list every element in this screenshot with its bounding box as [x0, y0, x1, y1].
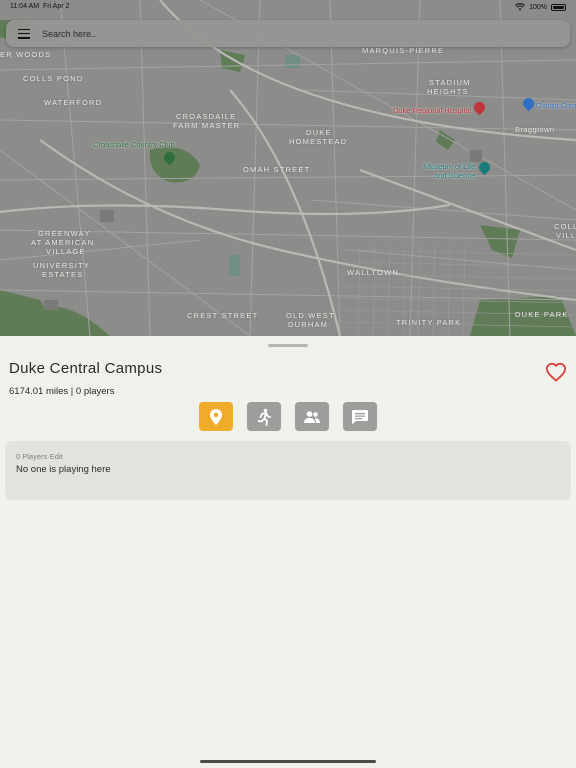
tab-people[interactable] — [295, 402, 329, 431]
map-label-durham: DURHAM — [288, 320, 329, 329]
tab-location[interactable] — [199, 402, 233, 431]
favorite-heart-icon[interactable] — [545, 362, 567, 382]
map-label-er-woods: ER WOODS — [0, 50, 52, 59]
map-label-village: VILLAGE — [46, 247, 86, 256]
map-label-at-american: AT AMERICAN — [31, 238, 95, 247]
map-label-coll: COLL — [554, 222, 576, 231]
map-label-crest-street: CREST STREET — [187, 311, 259, 320]
players-card: 0 Players·Edit No one is playing here — [5, 441, 571, 500]
map-label-trinity-park: TRINITY PARK — [396, 318, 462, 327]
sheet-tabs — [199, 402, 377, 431]
map-label-colls-pond: COLLS POND — [23, 74, 84, 83]
running-person-icon — [257, 408, 271, 426]
location-pin-icon — [210, 408, 222, 425]
map-label-waterford: WATERFORD — [44, 98, 103, 107]
map-label-braggtown: Braggtown — [515, 125, 555, 134]
hamburger-menu-icon[interactable] — [18, 28, 30, 39]
map-label-heights: HEIGHTS — [427, 87, 469, 96]
location-meta: 6174.01 miles | 0 players — [9, 386, 114, 397]
meta-separator: | — [70, 386, 74, 397]
search-input[interactable] — [42, 28, 522, 39]
map-label-omah-street: OMAH STREET — [243, 165, 311, 174]
map-label-stadium: STADIUM — [429, 78, 471, 87]
tab-activity[interactable] — [247, 402, 281, 431]
status-bar: 11:04 AM Fri Apr 2 100% — [0, 0, 576, 14]
map-label-croasdaile: CROASDAILE — [176, 112, 237, 121]
status-time: 11:04 AM Fri Apr 2 — [10, 3, 70, 10]
map-label-vill: VILL — [556, 231, 576, 240]
players-card-header: 0 Players·Edit — [16, 452, 63, 461]
location-title: Duke Central Campus — [9, 360, 163, 377]
search-bar — [6, 20, 570, 47]
map-label-duke-park: DUKE PARK — [515, 310, 569, 319]
map-label-farm-master: FARM MASTER — [173, 121, 241, 130]
location-sheet: Duke Central Campus 6174.01 miles | 0 pl… — [0, 336, 576, 768]
map-label-greenway: GREENWAY — [38, 229, 91, 238]
map-label-walltown: WALLTOWN — [347, 268, 399, 277]
poi-label-oxford-com[interactable]: Oxford Com — [536, 101, 576, 110]
map-label-estates: ESTATES — [42, 270, 84, 279]
map-label-old-west: OLD WEST — [286, 311, 335, 320]
map-label-university: UNIVERSITY — [33, 261, 91, 270]
map-view[interactable]: ER WOODS COLLS POND WATERFORD MARQUIS-PI… — [0, 0, 576, 336]
chat-icon — [352, 409, 368, 424]
people-icon — [304, 410, 320, 423]
map-label-marquis-pierre: MARQUIS-PIERRE — [362, 46, 445, 55]
poi-label-and-science[interactable]: and Science — [434, 171, 475, 180]
wifi-icon — [515, 3, 526, 11]
empty-players-text: No one is playing here — [16, 464, 111, 475]
status-right: 100% — [515, 3, 566, 11]
players-count-text: 0 players — [75, 386, 115, 397]
poi-label-croasdaile-country-club[interactable]: Croasdaile Country Club — [93, 140, 175, 149]
home-indicator — [200, 760, 376, 763]
distance-text: 6174.01 miles — [9, 386, 69, 397]
map-label-homestead: HOMESTEAD — [289, 137, 348, 146]
sheet-grabber[interactable] — [268, 344, 308, 347]
players-count-label: 0 Players — [16, 452, 48, 461]
battery-icon — [551, 3, 566, 11]
poi-label-duke-regional-hospital[interactable]: Duke Regional Hospital — [393, 106, 471, 115]
tab-chat[interactable] — [343, 402, 377, 431]
poi-label-museum-of-life[interactable]: Museum of Life — [424, 162, 475, 171]
map-label-duke: DUKE — [306, 128, 332, 137]
battery-percent: 100% — [529, 3, 547, 11]
edit-link[interactable]: Edit — [50, 452, 63, 461]
